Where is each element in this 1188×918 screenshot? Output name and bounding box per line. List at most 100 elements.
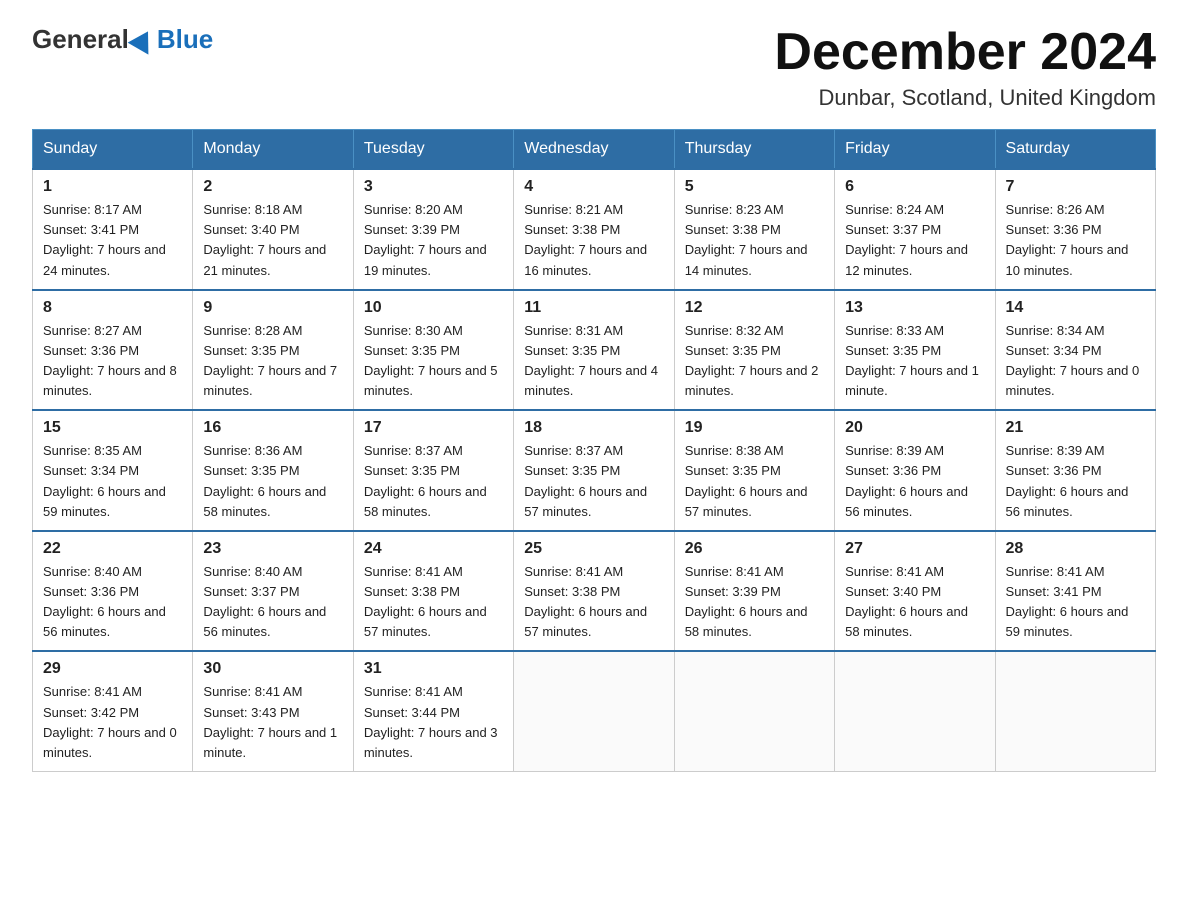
calendar-header-sunday: Sunday xyxy=(33,130,193,170)
day-number: 10 xyxy=(364,299,503,317)
day-info: Sunrise: 8:40 AMSunset: 3:36 PMDaylight:… xyxy=(43,562,182,643)
calendar-day-cell: 5 Sunrise: 8:23 AMSunset: 3:38 PMDaylight… xyxy=(674,169,834,290)
day-info: Sunrise: 8:31 AMSunset: 3:35 PMDaylight:… xyxy=(524,321,663,402)
location-title: Dunbar, Scotland, United Kingdom xyxy=(774,85,1156,111)
calendar-day-cell xyxy=(995,651,1155,771)
calendar-day-cell: 30 Sunrise: 8:41 AMSunset: 3:43 PMDayligh… xyxy=(193,651,353,771)
day-info: Sunrise: 8:37 AMSunset: 3:35 PMDaylight:… xyxy=(524,441,663,522)
calendar-day-cell: 22 Sunrise: 8:40 AMSunset: 3:36 PMDayligh… xyxy=(33,531,193,652)
day-info: Sunrise: 8:28 AMSunset: 3:35 PMDaylight:… xyxy=(203,321,342,402)
day-info: Sunrise: 8:30 AMSunset: 3:35 PMDaylight:… xyxy=(364,321,503,402)
calendar-day-cell: 1 Sunrise: 8:17 AMSunset: 3:41 PMDaylight… xyxy=(33,169,193,290)
logo-general-text: General xyxy=(32,24,129,55)
day-number: 9 xyxy=(203,299,342,317)
day-info: Sunrise: 8:40 AMSunset: 3:37 PMDaylight:… xyxy=(203,562,342,643)
calendar-header-wednesday: Wednesday xyxy=(514,130,674,170)
day-info: Sunrise: 8:17 AMSunset: 3:41 PMDaylight:… xyxy=(43,200,182,281)
day-info: Sunrise: 8:20 AMSunset: 3:39 PMDaylight:… xyxy=(364,200,503,281)
day-number: 2 xyxy=(203,178,342,196)
calendar-day-cell: 15Sunrise: 8:35 AMSunset: 3:34 PMDayligh… xyxy=(33,410,193,531)
day-number: 8 xyxy=(43,299,182,317)
title-area: December 2024 Dunbar, Scotland, United K… xyxy=(774,24,1156,111)
calendar-day-cell: 3 Sunrise: 8:20 AMSunset: 3:39 PMDaylight… xyxy=(353,169,513,290)
day-info: Sunrise: 8:26 AMSunset: 3:36 PMDaylight:… xyxy=(1006,200,1145,281)
day-number: 4 xyxy=(524,178,663,196)
day-number: 13 xyxy=(845,299,984,317)
calendar-day-cell: 12 Sunrise: 8:32 AMSunset: 3:35 PMDayligh… xyxy=(674,290,834,411)
day-number: 14 xyxy=(1006,299,1145,317)
calendar-day-cell: 19 Sunrise: 8:38 AMSunset: 3:35 PMDayligh… xyxy=(674,410,834,531)
calendar-day-cell: 29Sunrise: 8:41 AMSunset: 3:42 PMDayligh… xyxy=(33,651,193,771)
calendar-day-cell: 16Sunrise: 8:36 AMSunset: 3:35 PMDayligh… xyxy=(193,410,353,531)
calendar-header-monday: Monday xyxy=(193,130,353,170)
calendar-day-cell: 25 Sunrise: 8:41 AMSunset: 3:38 PMDayligh… xyxy=(514,531,674,652)
logo-triangle-icon xyxy=(127,25,158,54)
day-info: Sunrise: 8:41 AMSunset: 3:39 PMDaylight:… xyxy=(685,562,824,643)
logo: General Blue xyxy=(32,24,213,55)
day-number: 5 xyxy=(685,178,824,196)
day-number: 18 xyxy=(524,419,663,437)
day-info: Sunrise: 8:35 AMSunset: 3:34 PMDaylight:… xyxy=(43,441,182,522)
calendar-week-row: 29Sunrise: 8:41 AMSunset: 3:42 PMDayligh… xyxy=(33,651,1156,771)
day-number: 1 xyxy=(43,178,182,196)
calendar-day-cell: 31Sunrise: 8:41 AMSunset: 3:44 PMDayligh… xyxy=(353,651,513,771)
calendar-day-cell: 27Sunrise: 8:41 AMSunset: 3:40 PMDayligh… xyxy=(835,531,995,652)
logo-area: General Blue xyxy=(32,24,213,55)
day-number: 11 xyxy=(524,299,663,317)
day-info: Sunrise: 8:23 AMSunset: 3:38 PMDaylight:… xyxy=(685,200,824,281)
day-number: 7 xyxy=(1006,178,1145,196)
logo-blue-text: Blue xyxy=(157,24,213,55)
calendar-day-cell: 8Sunrise: 8:27 AMSunset: 3:36 PMDaylight… xyxy=(33,290,193,411)
day-number: 25 xyxy=(524,540,663,558)
day-number: 24 xyxy=(364,540,503,558)
day-number: 23 xyxy=(203,540,342,558)
calendar-table: SundayMondayTuesdayWednesdayThursdayFrid… xyxy=(32,129,1156,772)
calendar-day-cell: 14Sunrise: 8:34 AMSunset: 3:34 PMDayligh… xyxy=(995,290,1155,411)
calendar-day-cell: 23 Sunrise: 8:40 AMSunset: 3:37 PMDayligh… xyxy=(193,531,353,652)
calendar-day-cell: 13 Sunrise: 8:33 AMSunset: 3:35 PMDayligh… xyxy=(835,290,995,411)
day-number: 26 xyxy=(685,540,824,558)
calendar-week-row: 1 Sunrise: 8:17 AMSunset: 3:41 PMDaylight… xyxy=(33,169,1156,290)
calendar-week-row: 22 Sunrise: 8:40 AMSunset: 3:36 PMDayligh… xyxy=(33,531,1156,652)
day-info: Sunrise: 8:41 AMSunset: 3:38 PMDaylight:… xyxy=(524,562,663,643)
day-info: Sunrise: 8:41 AMSunset: 3:43 PMDaylight:… xyxy=(203,682,342,763)
calendar-week-row: 15Sunrise: 8:35 AMSunset: 3:34 PMDayligh… xyxy=(33,410,1156,531)
calendar-day-cell: 10 Sunrise: 8:30 AMSunset: 3:35 PMDayligh… xyxy=(353,290,513,411)
day-number: 28 xyxy=(1006,540,1145,558)
calendar-day-cell xyxy=(514,651,674,771)
day-number: 21 xyxy=(1006,419,1145,437)
day-info: Sunrise: 8:32 AMSunset: 3:35 PMDaylight:… xyxy=(685,321,824,402)
calendar-week-row: 8Sunrise: 8:27 AMSunset: 3:36 PMDaylight… xyxy=(33,290,1156,411)
day-info: Sunrise: 8:18 AMSunset: 3:40 PMDaylight:… xyxy=(203,200,342,281)
calendar-header-tuesday: Tuesday xyxy=(353,130,513,170)
day-info: Sunrise: 8:39 AMSunset: 3:36 PMDaylight:… xyxy=(845,441,984,522)
day-info: Sunrise: 8:24 AMSunset: 3:37 PMDaylight:… xyxy=(845,200,984,281)
calendar-day-cell xyxy=(674,651,834,771)
day-number: 22 xyxy=(43,540,182,558)
calendar-day-cell: 11 Sunrise: 8:31 AMSunset: 3:35 PMDayligh… xyxy=(514,290,674,411)
day-number: 30 xyxy=(203,660,342,678)
calendar-day-cell: 18 Sunrise: 8:37 AMSunset: 3:35 PMDayligh… xyxy=(514,410,674,531)
day-number: 19 xyxy=(685,419,824,437)
day-info: Sunrise: 8:36 AMSunset: 3:35 PMDaylight:… xyxy=(203,441,342,522)
day-info: Sunrise: 8:38 AMSunset: 3:35 PMDaylight:… xyxy=(685,441,824,522)
month-title: December 2024 xyxy=(774,24,1156,81)
day-number: 17 xyxy=(364,419,503,437)
calendar-day-cell: 24Sunrise: 8:41 AMSunset: 3:38 PMDayligh… xyxy=(353,531,513,652)
calendar-day-cell: 9 Sunrise: 8:28 AMSunset: 3:35 PMDaylight… xyxy=(193,290,353,411)
calendar-day-cell: 20Sunrise: 8:39 AMSunset: 3:36 PMDayligh… xyxy=(835,410,995,531)
day-number: 12 xyxy=(685,299,824,317)
day-number: 3 xyxy=(364,178,503,196)
day-number: 29 xyxy=(43,660,182,678)
calendar-day-cell: 21Sunrise: 8:39 AMSunset: 3:36 PMDayligh… xyxy=(995,410,1155,531)
day-info: Sunrise: 8:33 AMSunset: 3:35 PMDaylight:… xyxy=(845,321,984,402)
calendar-header-friday: Friday xyxy=(835,130,995,170)
calendar-day-cell: 6 Sunrise: 8:24 AMSunset: 3:37 PMDaylight… xyxy=(835,169,995,290)
day-number: 27 xyxy=(845,540,984,558)
calendar-day-cell: 4Sunrise: 8:21 AMSunset: 3:38 PMDaylight… xyxy=(514,169,674,290)
calendar-day-cell: 2 Sunrise: 8:18 AMSunset: 3:40 PMDaylight… xyxy=(193,169,353,290)
calendar-header-saturday: Saturday xyxy=(995,130,1155,170)
day-number: 31 xyxy=(364,660,503,678)
calendar-day-cell: 28Sunrise: 8:41 AMSunset: 3:41 PMDayligh… xyxy=(995,531,1155,652)
day-number: 6 xyxy=(845,178,984,196)
